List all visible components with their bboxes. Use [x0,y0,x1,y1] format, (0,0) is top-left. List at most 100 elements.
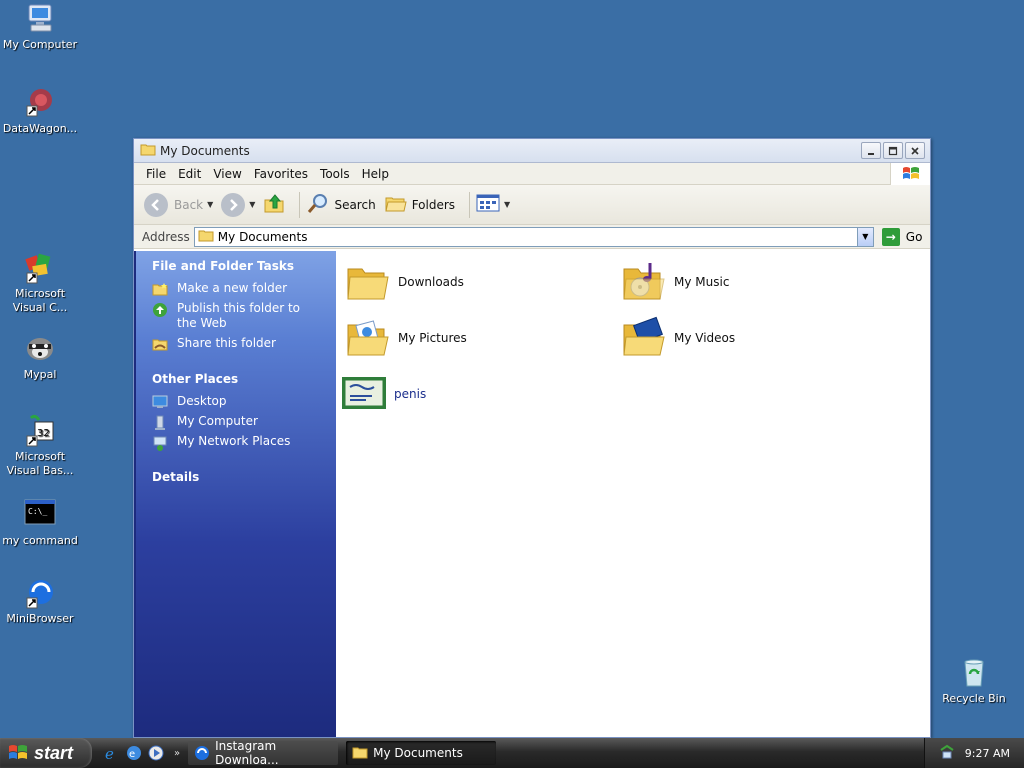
content-area: File and Folder Tasks Make a new folder … [134,251,930,737]
go-label: Go [905,229,923,244]
file-item-downloads[interactable]: Downloads [344,259,464,305]
task-label: Publish this folder to the Web [177,301,300,330]
file-item-my-pictures[interactable]: My Pictures [344,315,467,361]
toolbar-separator [299,191,301,218]
start-button[interactable]: start [0,738,92,768]
window-titlebar[interactable]: My Documents [134,139,930,163]
quick-launch-more-icon[interactable]: » [174,748,180,759]
search-button[interactable]: Search [306,192,376,217]
folders-label: Folders [411,197,456,212]
desktop-icon-label: Microsoft Visual C... [12,287,68,314]
place-label: Desktop [177,394,227,408]
task-publish-to-web[interactable]: Publish this folder to the Web [152,301,322,331]
toolbar-separator [469,191,471,218]
views-button[interactable]: ▼ [476,193,510,216]
menu-tools[interactable]: Tools [314,167,356,181]
place-desktop[interactable]: Desktop [152,394,322,409]
desktop-icon-recycle-bin[interactable]: Recycle Bin [934,656,1014,706]
section-heading[interactable]: Details [152,470,322,484]
address-label: Address [142,229,190,244]
file-item-penis[interactable]: penis [340,371,426,417]
folder-icon [344,259,392,305]
back-dropdown-icon[interactable]: ▼ [207,200,213,209]
menu-view[interactable]: View [207,167,247,181]
desktop-icon-minibrowser[interactable]: MiniBrowser [0,576,80,626]
minimize-button[interactable] [861,142,881,159]
task-make-new-folder[interactable]: Make a new folder [152,281,322,296]
task-share-folder[interactable]: Share this folder [152,336,322,351]
desktop-icon-label: MiniBrowser [6,612,74,625]
views-dropdown-icon: ▼ [504,200,511,209]
my-computer-icon [152,415,168,430]
up-folder-button[interactable] [263,192,285,217]
taskbar: start e e » Instagram Downloa... My Docu… [0,738,1024,768]
maximize-button[interactable] [883,142,903,159]
other-places-section: Other Places Desktop My Computer My Netw… [136,372,336,464]
windows-logo-icon [8,744,28,762]
details-section: Details [136,470,336,502]
start-label: start [34,742,74,763]
close-button[interactable] [905,142,925,159]
system-tray: 9:27 AM [924,738,1024,768]
toolbar: Back ▼ ▼ Search Folders ▼ [134,185,930,225]
datawagon-icon [23,86,57,120]
back-arrow-icon [144,192,168,217]
menu-file[interactable]: File [140,167,172,181]
back-label: Back [174,197,204,212]
folder-icon [198,228,214,245]
minibrowser-icon [23,576,57,610]
address-field[interactable]: My Documents ▼ [193,226,874,247]
section-heading[interactable]: File and Folder Tasks [152,259,322,273]
desktop-icon-label: Recycle Bin [942,692,1006,705]
svg-text:C:\_: C:\_ [28,507,47,516]
desktop-icon-visual-c[interactable]: Microsoft Visual C... [0,251,80,315]
desktop-icon-datawagon[interactable]: DataWagon... [0,86,80,136]
file-item-my-videos[interactable]: My Videos [620,315,735,361]
folders-button[interactable]: Folders [384,192,455,217]
taskbar-item-instagram[interactable]: Instagram Downloa... [188,739,339,767]
search-label: Search [334,197,376,212]
network-status-icon[interactable] [939,744,955,763]
browser-icon[interactable]: e [126,745,142,761]
desktop-icon-visual-basic[interactable]: 32 Microsoft Visual Bas... [0,414,80,478]
my-computer-icon [23,2,57,36]
explorer-window: My Documents File Edit View Favorites To… [133,138,931,738]
section-heading[interactable]: Other Places [152,372,322,386]
forward-button[interactable]: ▼ [221,192,255,217]
clock[interactable]: 9:27 AM [965,747,1010,760]
certificate-file-icon [340,371,388,417]
desktop-icon-my-computer[interactable]: My Computer [0,2,80,52]
place-my-computer[interactable]: My Computer [152,414,322,430]
desktop-icon-mypal[interactable]: Mypal [0,332,80,382]
place-label: My Network Places [177,434,291,448]
place-my-network-places[interactable]: My Network Places [152,434,322,451]
search-icon [306,192,330,217]
forward-dropdown-icon[interactable]: ▼ [249,200,255,209]
menu-edit[interactable]: Edit [172,167,207,181]
address-bar: Address My Documents ▼ → Go [134,225,930,249]
file-item-my-music[interactable]: My Music [620,259,729,305]
share-folder-icon [152,337,168,351]
menu-help[interactable]: Help [356,167,395,181]
folder-icon [140,142,156,159]
views-icon [476,193,500,216]
back-button[interactable]: Back ▼ [144,192,213,217]
svg-text:e: e [105,745,114,761]
command-prompt-icon: C:\_ [23,498,57,532]
windows-logo-icon [890,163,930,185]
mypal-raccoon-icon [23,332,57,366]
menu-favorites[interactable]: Favorites [248,167,314,181]
address-value: My Documents [217,229,308,244]
go-button[interactable]: → Go [881,227,923,246]
internet-explorer-icon[interactable]: e [104,745,120,763]
taskbar-item-my-documents[interactable]: My Documents [346,741,497,765]
file-label: Downloads [398,275,464,289]
desktop-icon-my-command[interactable]: C:\_ my command [0,498,80,548]
desktop-icon-label: my command [2,534,78,547]
address-dropdown-button[interactable]: ▼ [856,227,873,246]
svg-text:32: 32 [37,428,50,439]
media-player-icon[interactable] [148,745,164,761]
window-title: My Documents [160,143,250,158]
svg-text:e: e [129,749,135,760]
file-label: My Pictures [398,331,467,345]
